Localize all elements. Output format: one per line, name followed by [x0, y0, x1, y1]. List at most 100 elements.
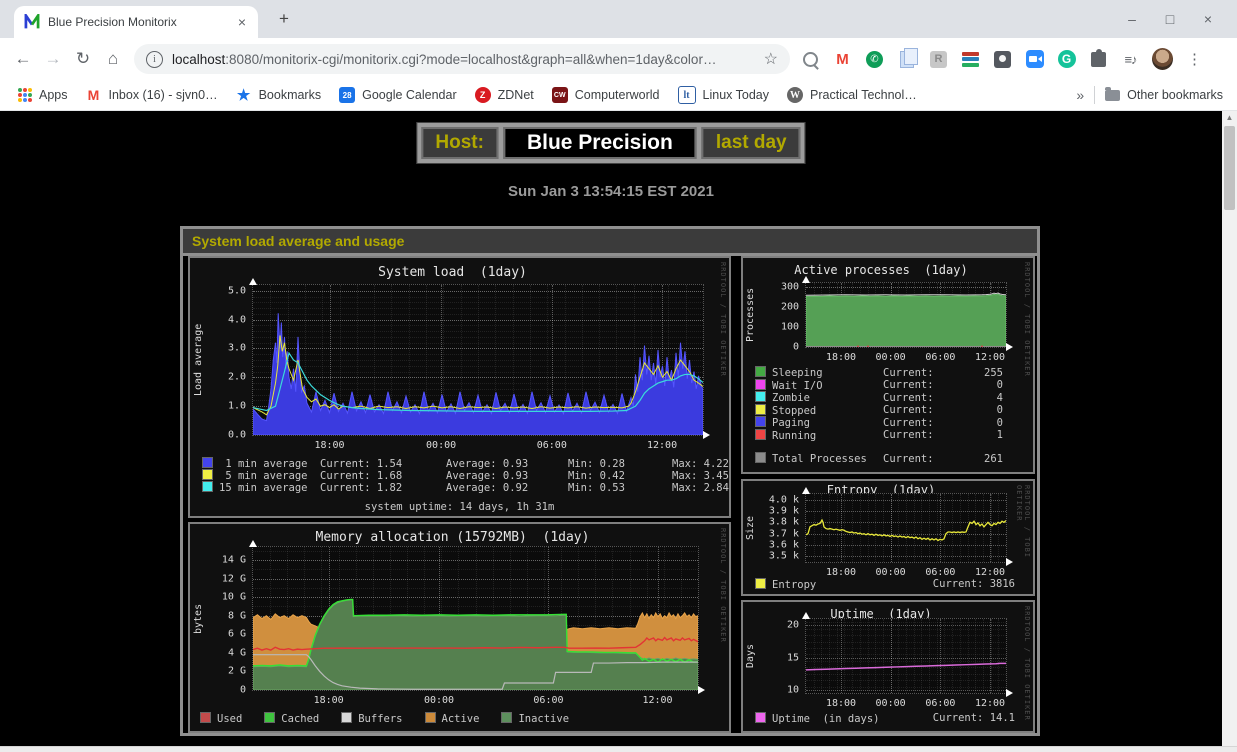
folder-icon	[1105, 90, 1120, 101]
legend-swatch-running	[755, 429, 766, 440]
rrdtool-credit: RRDTOOL / TOBI OETIKER	[719, 528, 727, 643]
tab-close-icon[interactable]: ×	[236, 13, 248, 31]
bookmark-bookmarks[interactable]: ★Bookmarks	[236, 87, 322, 103]
library-extension-icon[interactable]	[960, 49, 981, 70]
legend-swatch-5min	[202, 469, 213, 480]
processes-y-axis-label: Processes	[745, 282, 756, 348]
system-load-title: System load (1day)	[190, 265, 715, 280]
reload-button[interactable]: ↻	[68, 49, 98, 69]
when-selector[interactable]: last day	[702, 127, 801, 159]
magnifier-icon	[803, 52, 818, 67]
legend-swatch-cached	[264, 712, 275, 723]
memory-allocation-cell: Memory allocation (15792MB) (1day) bytes…	[188, 522, 731, 733]
star-icon: ★	[236, 87, 252, 103]
entropy-legend: Entropy Current: 3816	[755, 578, 1015, 591]
rrdtool-credit: RRDTOOL / TOBI OETIKER	[719, 262, 727, 377]
bookmark-practical-technology[interactable]: WPractical Technol…	[787, 87, 917, 103]
search-extension-icon[interactable]	[800, 49, 821, 70]
keep-extension-icon[interactable]	[992, 49, 1013, 70]
legend-swatch-used	[200, 712, 211, 723]
wordpress-icon: W	[787, 87, 803, 103]
address-bar[interactable]: i localhost:8080/monitorix-cgi/monitorix…	[134, 44, 790, 74]
linux-today-icon: lt	[678, 86, 696, 104]
legend-swatch-active	[425, 712, 436, 723]
vertical-scrollbar-thumb[interactable]	[1224, 126, 1235, 210]
entropy-cell: Entropy (1day) Size 3.5 k3.6 k3.7 k3.8 k…	[741, 479, 1035, 596]
rrdtool-credit: RRDTOOL / TOBI OETIKER	[1023, 262, 1031, 377]
horizontal-scrollbar[interactable]	[0, 746, 1237, 752]
playlist-extension-icon[interactable]: ≡♪	[1120, 49, 1141, 70]
processes-plot[interactable]: 010020030018:0000:0006:0012:00	[805, 282, 1007, 348]
browser-toolbar: ← → ↻ ⌂ i localhost:8080/monitorix-cgi/m…	[0, 38, 1237, 80]
proc-legend-paging: Paging Current:0	[755, 416, 1015, 429]
window-maximize-button[interactable]: □	[1151, 6, 1189, 32]
proc-legend-waitio: Wait I/O Current:0	[755, 379, 1015, 392]
home-button[interactable]: ⌂	[98, 49, 128, 69]
extensions-puzzle-icon[interactable]	[1088, 49, 1109, 70]
bookmark-zdnet[interactable]: ZZDNet	[475, 87, 534, 103]
apps-grid-icon	[18, 88, 32, 102]
apps-shortcut[interactable]: Apps	[18, 88, 68, 102]
host-label: Host:	[421, 127, 498, 159]
proc-legend-sleeping: Sleeping Current:255	[755, 366, 1015, 379]
browser-menu-icon[interactable]: ⋮	[1184, 49, 1205, 70]
bookmark-star-icon[interactable]: ☆	[764, 49, 778, 69]
bookmark-computerworld[interactable]: CWComputerworld	[552, 87, 660, 103]
load-y-axis-label: Load average	[193, 284, 204, 436]
report-date: Sun Jan 3 13:54:15 EST 2021	[0, 183, 1222, 200]
forward-button[interactable]: →	[38, 49, 68, 69]
proc-legend-zombie: Zombie Current:4	[755, 391, 1015, 404]
legend-swatch-uptime	[755, 712, 766, 723]
system-load-plot[interactable]: 0.01.02.03.04.05.018:0000:0006:0012:00	[252, 284, 704, 436]
zoom-extension-icon[interactable]	[1024, 49, 1045, 70]
legend-swatch-zombie	[755, 391, 766, 402]
calendar-icon: 28	[339, 87, 355, 103]
grammarly-extension-icon[interactable]: G	[1056, 49, 1077, 70]
proc-legend-running: Running Current:1	[755, 429, 1015, 442]
browser-tab[interactable]: Blue Precision Monitorix ×	[14, 6, 258, 38]
bookmark-linux-today[interactable]: ltLinux Today	[678, 86, 770, 104]
legend-swatch-1min	[202, 457, 213, 468]
system-uptime-note: system uptime: 14 days, 1h 31m	[190, 501, 729, 513]
gmail-extension-icon[interactable]: M	[832, 49, 853, 70]
bookmarks-divider	[1094, 86, 1095, 104]
window-close-button[interactable]: ×	[1189, 6, 1227, 32]
site-info-icon[interactable]: i	[146, 51, 163, 68]
uptime-y-axis-label: Days	[745, 618, 756, 694]
system-load-cell: System load (1day) Load average 0.01.02.…	[188, 256, 731, 518]
entropy-plot[interactable]: 3.5 k3.6 k3.7 k3.8 k3.9 k4.0 k18:0000:00…	[805, 493, 1007, 563]
url-text[interactable]: localhost:8080/monitorix-cgi/monitorix.c…	[172, 52, 764, 67]
scrollbar-up-arrow[interactable]: ▲	[1222, 111, 1237, 125]
load-legend-row-15min: 15 min average Current: 1.82 Average: 0.…	[202, 481, 722, 494]
memory-legend: Used Cached Buffers Active Inactive	[200, 712, 569, 725]
profile-avatar[interactable]	[1152, 49, 1173, 70]
legend-swatch-entropy	[755, 578, 766, 589]
active-processes-cell: Active processes (1day) Processes 010020…	[741, 256, 1035, 474]
copy-extension-icon[interactable]	[896, 49, 917, 70]
back-button[interactable]: ←	[8, 49, 38, 69]
bookmark-google-calendar[interactable]: 28Google Calendar	[339, 87, 457, 103]
memory-y-axis-label: bytes	[193, 546, 204, 691]
bookmarks-bar: Apps MInbox (16) - sjvn0… ★Bookmarks 28G…	[0, 80, 1237, 111]
new-tab-button[interactable]: +	[272, 9, 296, 29]
entropy-y-axis-label: Size	[745, 493, 756, 563]
uptime-cell: Uptime (1day) Days 10152018:0000:0006:00…	[741, 600, 1035, 733]
r-extension-icon[interactable]: R	[928, 49, 949, 70]
monitorix-page: Host: Blue Precision last day Sun Jan 3 …	[0, 111, 1222, 746]
legend-swatch-15min	[202, 481, 213, 492]
memory-title: Memory allocation (15792MB) (1day)	[190, 530, 715, 545]
gmail-icon: M	[86, 87, 102, 103]
processes-title: Active processes (1day)	[743, 263, 1019, 277]
bookmarks-overflow-chevron[interactable]: »	[1076, 87, 1084, 103]
memory-plot[interactable]: 02 G4 G6 G8 G10 G12 G14 G18:0000:0006:00…	[252, 546, 699, 691]
voice-extension-icon[interactable]: ✆	[864, 49, 885, 70]
window-minimize-button[interactable]: –	[1113, 6, 1151, 32]
uptime-legend: Uptime (in days) Current: 14.1	[755, 712, 1015, 725]
browser-titlebar: Blue Precision Monitorix × + – □ ×	[0, 0, 1237, 38]
legend-swatch-total	[755, 452, 766, 463]
vertical-scrollbar[interactable]: ▲	[1222, 111, 1237, 746]
rrdtool-credit: RRDTOOL / TOBI OETIKER	[1015, 485, 1031, 594]
other-bookmarks-button[interactable]: Other bookmarks	[1105, 88, 1223, 102]
uptime-plot[interactable]: 10152018:0000:0006:0012:00	[805, 618, 1007, 694]
bookmark-inbox[interactable]: MInbox (16) - sjvn0…	[86, 87, 218, 103]
